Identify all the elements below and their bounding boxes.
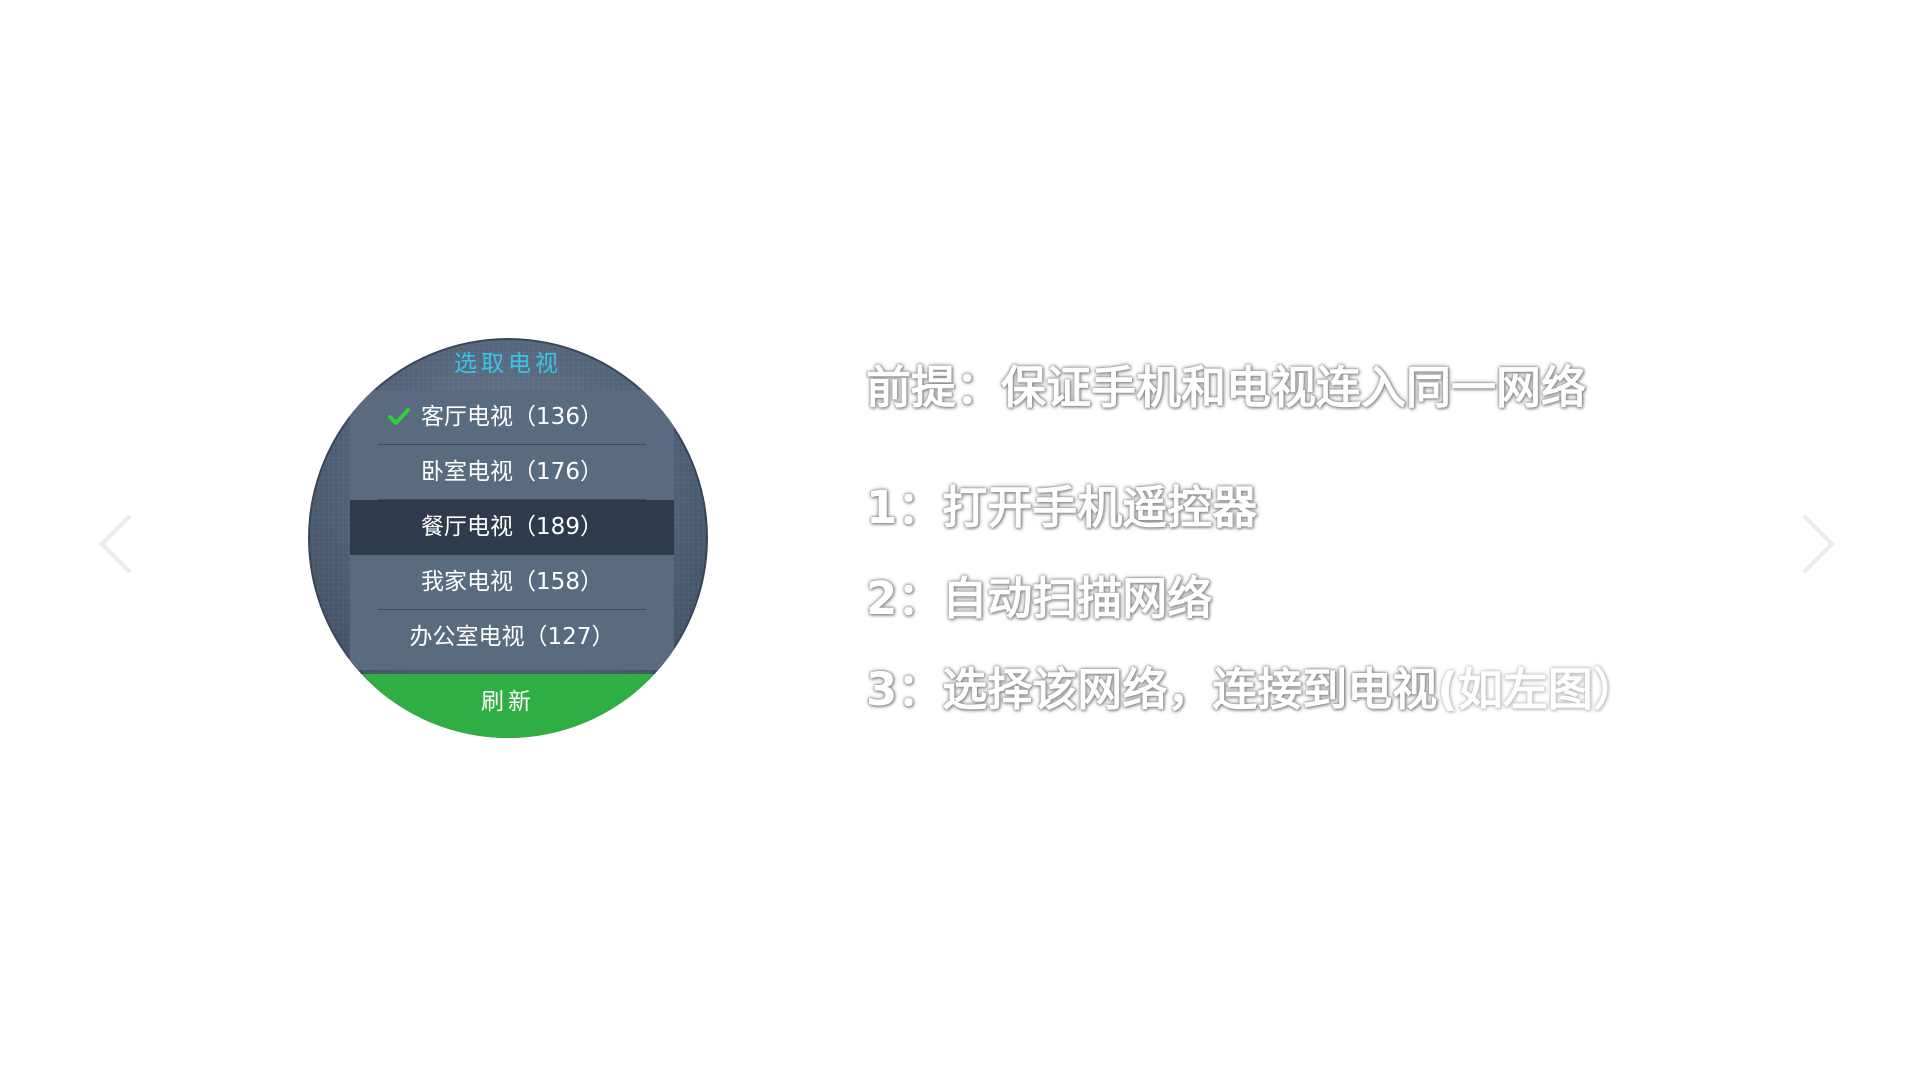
step-3-line: 3：选择该网络，连接到电视(如左图） [866, 660, 1638, 720]
tv-list-item-office[interactable]: 办公室电视（127） [350, 610, 674, 665]
tv-list-item-living-room[interactable]: 客厅电视（136） [350, 390, 674, 445]
prev-slide-button[interactable] [88, 512, 144, 576]
tv-list-item-label: 我家电视（158） [421, 569, 603, 595]
step-1-text: 1：打开手机遥控器 [866, 481, 1258, 534]
slide-page: 选取电视 客厅电视（136） 卧室电视（176） 餐厅电视（189） 我家电视（… [0, 0, 1920, 1080]
step-3-note: (如左图） [1437, 663, 1638, 716]
tv-list-item-my-home[interactable]: 我家电视（158） [350, 555, 674, 610]
dialog-title: 选取电视 [454, 351, 562, 377]
tv-list-item-dining-room[interactable]: 餐厅电视（189） [350, 500, 674, 555]
chevron-right-icon [1802, 514, 1835, 574]
chevron-left-icon [99, 514, 132, 574]
tv-list-item-label: 客厅电视（136） [421, 404, 603, 430]
step-3-text: 3：选择该网络，连接到电视 [866, 663, 1438, 716]
tv-list-item-label: 餐厅电视（189） [421, 514, 603, 540]
phone-screen-illustration: 选取电视 客厅电视（136） 卧室电视（176） 餐厅电视（189） 我家电视（… [308, 338, 708, 738]
check-icon [388, 407, 410, 427]
tv-list-item-label: 办公室电视（127） [409, 624, 615, 650]
step-2-text: 2：自动扫描网络 [866, 572, 1213, 625]
premise-text: 前提：保证手机和电视连入同一网络 [866, 361, 1587, 414]
refresh-button[interactable]: 刷新 [308, 674, 708, 738]
tv-list: 客厅电视（136） 卧室电视（176） 餐厅电视（189） 我家电视（158） … [350, 390, 674, 670]
tv-list-item-label: 卧室电视（176） [421, 459, 603, 485]
next-slide-button[interactable] [1790, 512, 1846, 576]
tv-list-item-bedroom[interactable]: 卧室电视（176） [350, 445, 674, 500]
